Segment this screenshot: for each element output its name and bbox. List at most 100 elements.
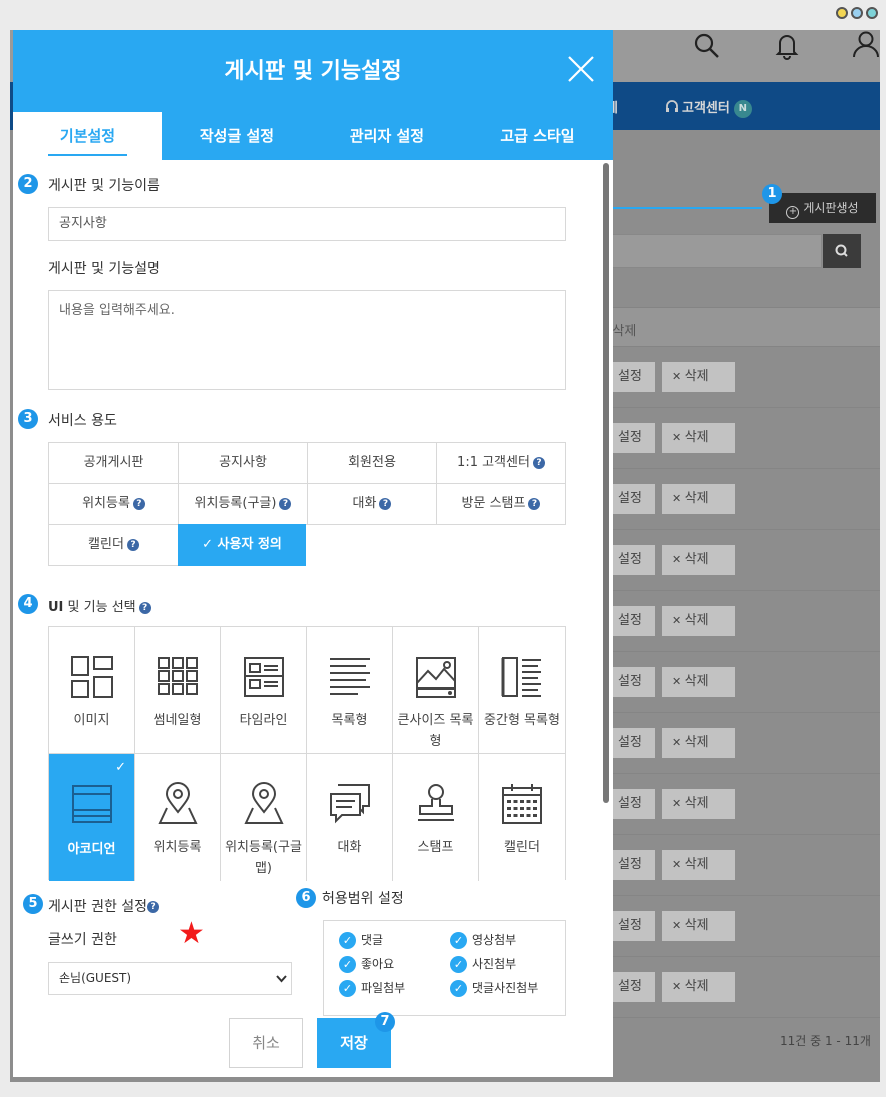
write-permission-value: 손님(GUEST) xyxy=(59,971,132,985)
help-icon[interactable]: ? xyxy=(532,456,545,469)
google-map-pin-icon xyxy=(244,782,284,824)
checkbox-icon[interactable]: ✓ xyxy=(339,932,356,949)
service-option[interactable]: ✓ 사용자 정의 xyxy=(178,524,306,566)
ui-option-label: 아코디언 xyxy=(67,842,116,857)
ui-option[interactable]: 캘린더 xyxy=(479,754,565,881)
ui-option[interactable]: 아코디언 ✓ xyxy=(49,754,135,881)
row-delete-button[interactable]: ✕ 삭제 xyxy=(662,911,735,941)
help-icon[interactable]: ? xyxy=(126,538,139,551)
window-controls xyxy=(836,7,878,19)
window-dot-yellow[interactable] xyxy=(836,7,848,19)
help-icon[interactable]: ? xyxy=(528,497,541,510)
ui-option[interactable]: 중간형 목록형 xyxy=(479,627,565,754)
ui-option[interactable]: 위치등록 xyxy=(135,754,221,881)
write-permission-select[interactable]: 손님(GUEST) xyxy=(48,962,292,995)
scope-option-label: 영상첨부 xyxy=(472,933,517,947)
checkbox-icon[interactable]: ✓ xyxy=(450,980,467,997)
tab-active-underline xyxy=(48,154,127,156)
scope-checkbox[interactable]: ✓ 영상첨부 xyxy=(450,931,516,949)
service-option-label: 캘린더 xyxy=(88,537,124,552)
ui-option[interactable]: 이미지 xyxy=(49,627,135,754)
nav-support-badge: N xyxy=(733,99,752,118)
service-option[interactable]: 공개게시판 xyxy=(48,442,179,484)
table-row: 설정 ✕ 삭제 xyxy=(600,896,880,957)
scope-options-box: ✓ 댓글 ✓ 영상첨부 ✓ 좋아요 ✓ 사진첨부 ✓ 파일첨부 ✓ 댓글사진첨부 xyxy=(323,920,566,1016)
ui-option-label: 썸네일형 xyxy=(153,713,202,728)
row-delete-button[interactable]: ✕ 삭제 xyxy=(662,484,735,514)
row-delete-label: 삭제 xyxy=(684,735,709,750)
close-icon[interactable] xyxy=(565,53,597,85)
create-board-button[interactable]: + 게시판생성 xyxy=(769,193,876,223)
help-icon[interactable]: ? xyxy=(147,901,160,913)
window-dot-blue[interactable] xyxy=(851,7,863,19)
row-delete-button[interactable]: ✕ 삭제 xyxy=(662,362,735,392)
board-search-button[interactable] xyxy=(823,234,861,268)
checkbox-icon[interactable]: ✓ xyxy=(450,932,467,949)
row-delete-button[interactable]: ✕ 삭제 xyxy=(662,423,735,453)
tab-basic-settings[interactable]: 기본설정 xyxy=(13,112,162,160)
step-badge-2: 2 xyxy=(18,174,38,194)
checkbox-icon[interactable]: ✓ xyxy=(339,980,356,997)
scope-option-label: 댓글 xyxy=(361,933,384,947)
service-option[interactable]: 위치등록(구글)? xyxy=(178,483,308,525)
help-icon[interactable]: ? xyxy=(132,497,145,510)
row-delete-button[interactable]: ✕ 삭제 xyxy=(662,606,735,636)
scope-checkbox[interactable]: ✓ 사진첨부 xyxy=(450,955,516,973)
service-option-label: 공지사항 xyxy=(219,455,267,470)
ui-feature-label: UI 및 기능 선택? xyxy=(48,596,151,615)
service-option[interactable]: 공지사항 xyxy=(178,442,308,484)
row-delete-label: 삭제 xyxy=(684,796,709,811)
browser-frame: 제 고객센터N +게시판생성 /삭제 설정✕ 삭제설정✕ 삭제설정✕ 삭제설정✕… xyxy=(0,0,886,1097)
search-icon[interactable] xyxy=(693,32,721,60)
scope-checkbox[interactable]: ✓ 좋아요 xyxy=(339,955,394,973)
service-option[interactable]: 대화? xyxy=(307,483,437,525)
ui-option[interactable]: 목록형 xyxy=(307,627,393,754)
close-icon: ✕ xyxy=(672,736,685,749)
row-delete-button[interactable]: ✕ 삭제 xyxy=(662,728,735,758)
service-option[interactable]: 위치등록? xyxy=(48,483,179,525)
board-name-input[interactable]: 공지사항 xyxy=(48,207,566,241)
board-search-input[interactable] xyxy=(600,234,822,268)
scope-checkbox[interactable]: ✓ 댓글 xyxy=(339,931,383,949)
ui-option[interactable]: 썸네일형 xyxy=(135,627,221,754)
service-option[interactable]: 1:1 고객센터? xyxy=(436,442,566,484)
nav-item-support[interactable]: 고객센터 N xyxy=(665,97,752,118)
service-option-label: 1:1 고객센터 xyxy=(457,455,530,470)
ui-option[interactable]: 대화 xyxy=(307,754,393,881)
tab-style-label: 고급 스타일 xyxy=(500,127,575,145)
cancel-button[interactable]: 취소 xyxy=(229,1018,303,1068)
ui-option[interactable]: 위치등록(구글맵) xyxy=(221,754,307,881)
board-desc-label: 게시판 및 기능설명 xyxy=(48,261,160,277)
service-option[interactable]: 방문 스탬프? xyxy=(436,483,566,525)
ui-option[interactable]: 큰사이즈 목록형 xyxy=(393,627,479,754)
scope-checkbox[interactable]: ✓ 댓글사진첨부 xyxy=(450,979,538,997)
row-delete-button[interactable]: ✕ 삭제 xyxy=(662,850,735,880)
service-option[interactable]: 회원전용 xyxy=(307,442,437,484)
row-delete-button[interactable]: ✕ 삭제 xyxy=(662,972,735,1002)
tab-advanced-style[interactable]: 고급 스타일 xyxy=(462,112,613,160)
tab-admin-settings[interactable]: 관리자 설정 xyxy=(312,112,462,160)
help-icon[interactable]: ? xyxy=(138,601,151,614)
board-desc-textarea[interactable]: 내용을 입력해주세요. xyxy=(48,290,566,390)
row-delete-label: 삭제 xyxy=(684,491,709,506)
ui-option-label: 대화 xyxy=(337,840,362,855)
close-icon: ✕ xyxy=(672,492,685,505)
service-option[interactable]: 캘린더? xyxy=(48,524,179,566)
help-icon[interactable]: ? xyxy=(279,497,292,510)
checkbox-icon[interactable]: ✓ xyxy=(450,956,467,973)
tab-admin-label: 관리자 설정 xyxy=(349,127,425,145)
bell-icon[interactable] xyxy=(774,32,800,60)
tab-post-settings[interactable]: 작성글 설정 xyxy=(162,112,312,160)
row-delete-button[interactable]: ✕ 삭제 xyxy=(662,667,735,697)
close-icon: ✕ xyxy=(672,858,685,871)
ui-option[interactable]: 스탬프 xyxy=(393,754,479,881)
help-icon[interactable]: ? xyxy=(379,497,392,510)
dialog-scrollbar[interactable] xyxy=(603,163,609,803)
window-dot-teal[interactable] xyxy=(866,7,878,19)
checkbox-icon[interactable]: ✓ xyxy=(339,956,356,973)
user-icon[interactable] xyxy=(852,30,880,58)
ui-option[interactable]: 타임라인 xyxy=(221,627,307,754)
row-delete-button[interactable]: ✕ 삭제 xyxy=(662,545,735,575)
row-delete-button[interactable]: ✕ 삭제 xyxy=(662,789,735,819)
scope-checkbox[interactable]: ✓ 파일첨부 xyxy=(339,979,405,997)
